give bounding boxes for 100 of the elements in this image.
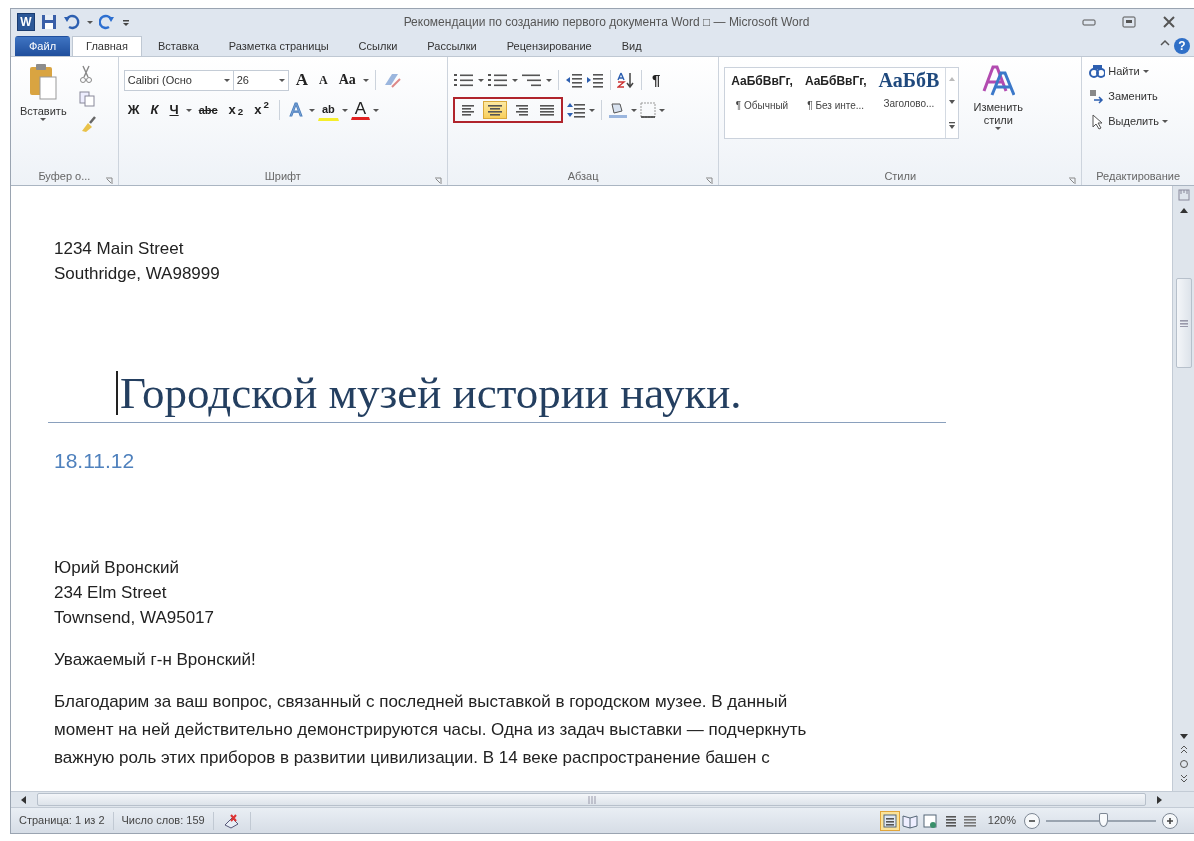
superscript-button[interactable]: x$^{2}$ bbox=[250, 100, 273, 120]
scroll-down-icon[interactable] bbox=[1178, 733, 1189, 741]
ribbon-tab[interactable]: Рецензирование bbox=[492, 36, 606, 56]
zoom-out-button[interactable] bbox=[1024, 812, 1040, 829]
window-title: Рекомендации по созданию первого документа Word □ — Microsoft Word bbox=[402, 14, 811, 31]
paste-button[interactable]: Вставить bbox=[16, 61, 71, 167]
scroll-up-icon[interactable] bbox=[1178, 206, 1189, 214]
style-item[interactable]: АаБбВвГг, ¶ Обычный bbox=[725, 68, 799, 138]
minimize-icon[interactable] bbox=[1082, 16, 1096, 28]
dialog-launcher-icon[interactable] bbox=[433, 177, 442, 186]
scroll-down-icon[interactable] bbox=[948, 99, 957, 105]
address-line: 1234 Main Street bbox=[54, 238, 185, 260]
shrink-font-button[interactable]: A bbox=[315, 70, 332, 90]
horizontal-scroll-thumb[interactable] bbox=[37, 793, 1146, 806]
app-icon[interactable]: W bbox=[17, 13, 35, 31]
help-icon[interactable]: ? bbox=[1174, 37, 1190, 54]
font-size-field[interactable]: 26 bbox=[232, 69, 289, 91]
style-item[interactable]: АаБбВвГг, ¶ Без инте... bbox=[798, 68, 873, 138]
print-layout-button[interactable] bbox=[879, 810, 900, 831]
dialog-launcher-icon[interactable] bbox=[1068, 177, 1077, 186]
document-title: Городской музей истории науки. bbox=[120, 368, 742, 418]
scroll-right-icon[interactable] bbox=[1156, 795, 1164, 806]
ribbon-tab[interactable]: Рассылки bbox=[413, 36, 491, 56]
caret-icon bbox=[658, 108, 665, 112]
font-name-field[interactable]: Calibri (Осно bbox=[123, 69, 234, 91]
next-page-icon[interactable] bbox=[1179, 773, 1188, 783]
replace-button[interactable]: Заменить bbox=[1087, 86, 1189, 107]
scissors-icon[interactable] bbox=[78, 65, 93, 83]
zoom-in-button[interactable] bbox=[1162, 812, 1178, 829]
ribbon-tab[interactable]: Главная bbox=[72, 36, 142, 56]
decrease-indent-icon[interactable] bbox=[564, 72, 583, 88]
view-icon bbox=[921, 812, 938, 829]
strikethrough-button[interactable]: abc bbox=[194, 100, 222, 120]
address-line: Southridge, WA98999 bbox=[54, 263, 221, 285]
select-button[interactable]: Выделить bbox=[1087, 111, 1189, 132]
numbered-list-icon[interactable] bbox=[486, 72, 509, 88]
ribbon-tab[interactable]: Вид bbox=[607, 36, 656, 56]
more-icon[interactable] bbox=[948, 121, 957, 130]
close-icon[interactable] bbox=[1162, 16, 1176, 28]
clipboard-icon bbox=[28, 63, 59, 101]
group-label: Шрифт bbox=[264, 168, 301, 184]
change-styles-button[interactable]: Изменить стили bbox=[967, 61, 1030, 167]
ribbon-tab[interactable]: Файл bbox=[15, 36, 71, 56]
style-name: Заголово... bbox=[883, 97, 935, 111]
scroll-left-icon[interactable] bbox=[19, 795, 27, 806]
sort-icon[interactable] bbox=[616, 71, 635, 89]
shading-icon[interactable] bbox=[607, 101, 628, 119]
collapse-ribbon-icon[interactable] bbox=[1160, 37, 1170, 48]
group-label: Абзац bbox=[567, 168, 599, 184]
document-date: 18.11.12 bbox=[54, 448, 136, 474]
caret-icon bbox=[545, 78, 552, 82]
word-count[interactable]: Число слов: 159 bbox=[113, 811, 214, 830]
highlight-button[interactable]: ab bbox=[317, 99, 339, 121]
dialog-launcher-icon[interactable] bbox=[705, 177, 714, 186]
bold-button[interactable]: Ж bbox=[123, 100, 144, 120]
previous-page-icon[interactable] bbox=[1179, 745, 1188, 755]
underline-button[interactable]: Ч bbox=[165, 100, 183, 120]
binoculars-icon bbox=[1089, 63, 1106, 80]
align-center-button[interactable] bbox=[482, 101, 507, 119]
body-paragraph: Благодарим за ваш вопрос, связанный с последней выставкой в городском музее. В данный момент на ней действительно демонстрируются часы. Одна из задач выставки — подчеркнуть важную роль этих приборов в развитии цивилизации. В 14 веке распространение башен с bbox=[54, 690, 808, 769]
redo-icon[interactable] bbox=[99, 14, 115, 30]
zoom-slider-thumb[interactable] bbox=[1099, 812, 1109, 827]
font-color-button[interactable]: A bbox=[350, 100, 371, 120]
caret-icon bbox=[477, 78, 484, 82]
save-icon[interactable] bbox=[41, 14, 57, 30]
style-sample: АаБбВвГг, bbox=[731, 73, 793, 90]
subscript-button[interactable]: x$_{2}$ bbox=[224, 100, 248, 120]
dialog-launcher-icon[interactable] bbox=[104, 177, 113, 186]
caret-icon bbox=[278, 78, 285, 82]
caret-icon bbox=[1142, 70, 1149, 73]
caret-icon bbox=[87, 20, 93, 24]
caret-icon bbox=[373, 108, 380, 112]
multilevel-list-icon[interactable] bbox=[520, 72, 543, 88]
ribbon-tab[interactable]: Вставка bbox=[143, 36, 213, 56]
zoom-level[interactable]: 120% bbox=[979, 812, 1024, 829]
ribbon-tab[interactable]: Разметка страницы bbox=[214, 36, 343, 56]
bullet-list-icon[interactable] bbox=[452, 72, 475, 88]
line-spacing-icon[interactable] bbox=[565, 102, 586, 118]
italic-button[interactable]: К bbox=[146, 100, 163, 120]
caret-icon bbox=[1162, 120, 1169, 123]
restore-icon[interactable] bbox=[1122, 16, 1136, 28]
caret-icon bbox=[308, 108, 315, 112]
styles-letters-icon bbox=[981, 63, 1016, 97]
caret-icon bbox=[630, 108, 637, 112]
ribbon-tab[interactable]: Ссылки bbox=[344, 36, 412, 56]
borders-icon[interactable] bbox=[639, 102, 656, 118]
vertical-scroll-thumb[interactable] bbox=[1175, 278, 1192, 368]
caret-icon bbox=[362, 78, 369, 82]
increase-indent-icon[interactable] bbox=[585, 72, 604, 88]
find-button[interactable]: Найти bbox=[1087, 61, 1189, 82]
style-name: ¶ Обычный bbox=[735, 99, 789, 113]
change-case-button[interactable]: Aa bbox=[334, 70, 360, 90]
pilcrow-button[interactable]: ¶ bbox=[647, 70, 665, 90]
undo-icon[interactable] bbox=[63, 14, 81, 30]
page-count[interactable]: Страница: 1 из 2 bbox=[11, 811, 114, 830]
grow-font-button[interactable]: A bbox=[291, 70, 313, 90]
browse-object-icon[interactable] bbox=[1178, 759, 1189, 769]
style-sample: АаБбВ bbox=[878, 72, 940, 88]
caret-icon bbox=[185, 108, 192, 112]
style-item[interactable]: АаБбВ Заголово... bbox=[872, 68, 946, 138]
